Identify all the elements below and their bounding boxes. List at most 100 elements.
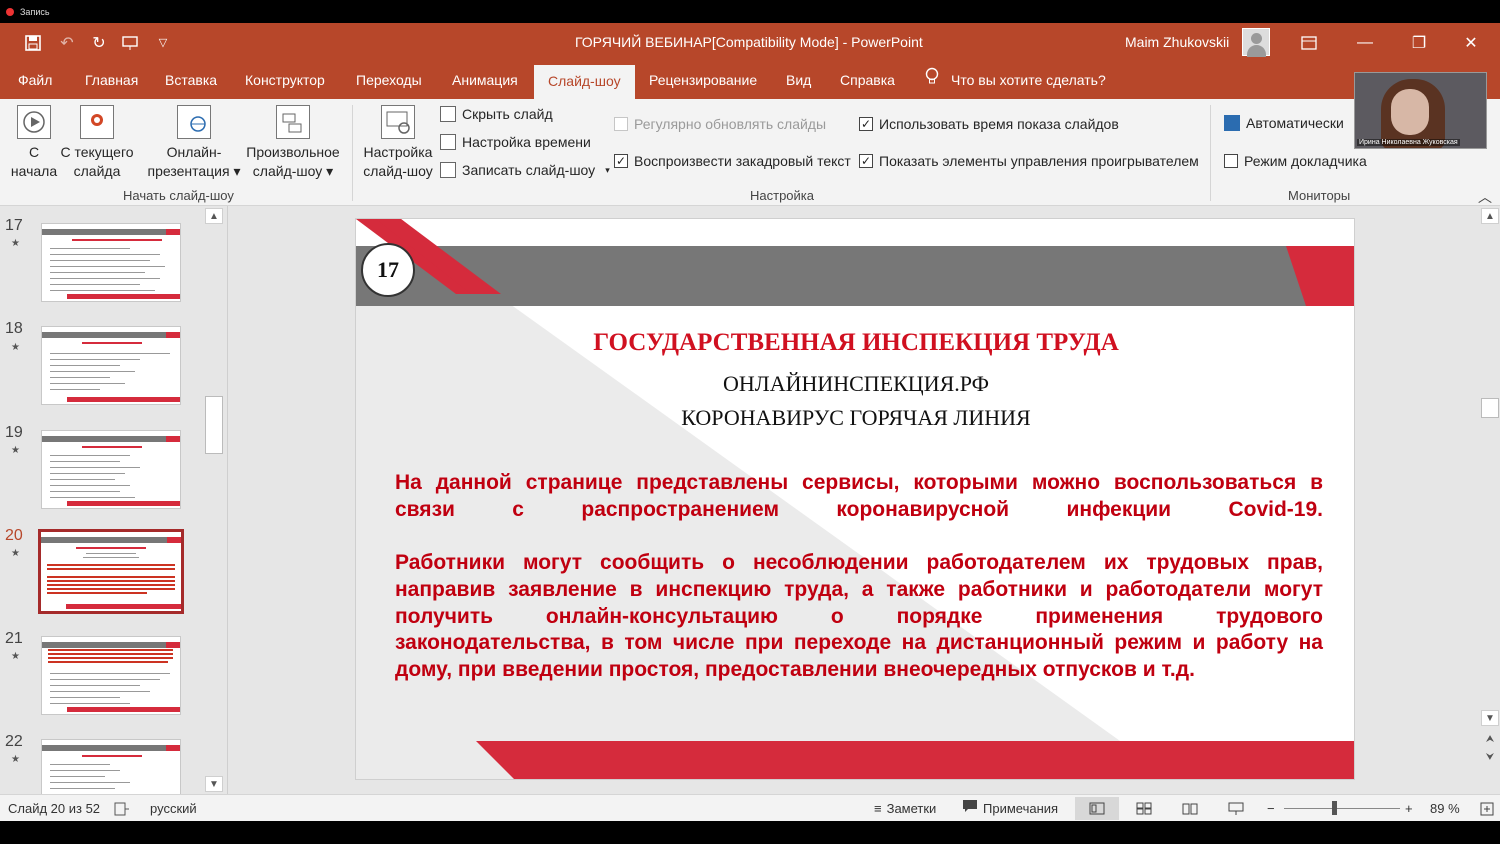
webcam-person-face [1391, 89, 1429, 135]
online-label-1: Онлайн- [166, 144, 222, 160]
slide-subtitle-2: КОРОНАВИРУС ГОРЯЧАЯ ЛИНИЯ [681, 405, 1031, 430]
zoom-slider-handle[interactable] [1332, 801, 1337, 815]
language-indicator[interactable]: русский [150, 795, 197, 822]
title-bar: ↶ ↻ ▽ ГОРЯЧИЙ ВЕБИНАР[Compatibility Mode… [0, 23, 1500, 62]
slide-thumbnail[interactable] [41, 430, 181, 509]
tab-view[interactable]: Вид [786, 62, 811, 99]
rehearse-timings-button[interactable]: Настройка времени [440, 134, 591, 150]
redo-icon[interactable]: ↻ [88, 32, 110, 54]
custom-slideshow-button[interactable]: Произвольное слайд-шоу ▾ [243, 105, 343, 181]
restore-icon[interactable]: ❐ [1396, 23, 1442, 62]
present-icon[interactable] [120, 32, 142, 54]
fit-to-window-icon[interactable] [1480, 795, 1494, 822]
tab-file[interactable]: Файл [18, 62, 52, 99]
tab-insert[interactable]: Вставка [165, 62, 217, 99]
checkbox-checked[interactable]: ✓ [859, 117, 873, 131]
online-presentation-button[interactable]: Онлайн- презентация ▾ [145, 105, 243, 181]
zoom-in-button[interactable]: + [1405, 795, 1413, 822]
from-current-button[interactable]: С текущего слайда [58, 105, 136, 181]
thumbnail-scrollbar[interactable]: ▲ ▼ [204, 206, 224, 794]
slide-paragraph-line: получить онлайн-консультацию о порядке п… [395, 605, 1323, 628]
custom-slideshow-icon [276, 105, 310, 139]
slide-thumbnail[interactable] [41, 636, 181, 715]
tab-slideshow[interactable]: Слайд-шоу [534, 65, 635, 99]
tab-review[interactable]: Рецензирование [649, 62, 757, 99]
scroll-up-icon[interactable]: ▲ [1481, 208, 1499, 224]
customize-icon[interactable]: ▽ [152, 32, 174, 54]
checkbox-checked[interactable]: ✓ [859, 154, 873, 168]
monitor-icon [1224, 115, 1240, 131]
normal-view-icon[interactable] [1075, 797, 1119, 820]
slide-thumbnail[interactable] [41, 739, 181, 795]
ribbon-display-icon[interactable] [1286, 23, 1332, 62]
collapse-ribbon-icon[interactable]: ︿ [1478, 187, 1492, 207]
animation-star-icon: ★ [11, 651, 20, 662]
previous-slide-icon[interactable]: ⮝ [1481, 732, 1499, 748]
play-narrations-checkbox[interactable]: ✓ Воспроизвести закадровый текст [614, 153, 851, 169]
slide-scrollbar[interactable]: ▲ ▼ ⮝ ⮟ [1480, 206, 1500, 794]
user-name[interactable]: Maim Zhukovskii [1125, 23, 1229, 62]
monitor-select[interactable]: Автоматически [1224, 115, 1344, 131]
record-slideshow-button[interactable]: Записать слайд-шоу ▾ [440, 162, 610, 178]
setup-label-1: Настройка [363, 144, 433, 160]
checkbox-checked[interactable]: ✓ [614, 154, 628, 168]
zoom-slider[interactable] [1284, 808, 1400, 809]
next-slide-icon[interactable]: ⮟ [1481, 750, 1499, 766]
webcam-name: Ирина Николаевна Жуковская [1357, 139, 1460, 146]
quick-access-toolbar: ↶ ↻ ▽ [22, 23, 174, 62]
save-icon[interactable] [22, 32, 44, 54]
monitor-value: Автоматически [1246, 115, 1344, 131]
checkbox-unchecked[interactable] [614, 117, 628, 131]
avatar[interactable] [1242, 28, 1270, 57]
slide-paragraph-line: направив заявление в инспекцию труда, а … [395, 578, 1323, 601]
spellcheck-icon[interactable] [114, 795, 130, 822]
zoom-level[interactable]: 89 % [1430, 795, 1460, 822]
slide-canvas[interactable]: 17 ГОСУДАРСТВЕННАЯ ИНСПЕКЦИЯ ТРУДА ОНЛАЙ… [355, 218, 1355, 780]
setup-label-2: слайд-шоу [363, 163, 433, 179]
thumbnail-number: 18 [5, 320, 23, 337]
scrollbar-thumb[interactable] [205, 396, 223, 454]
minimize-icon[interactable]: — [1342, 23, 1388, 62]
tab-help[interactable]: Справка [840, 62, 895, 99]
hide-slide-button[interactable]: Скрыть слайд [440, 106, 553, 122]
reading-view-icon[interactable] [1168, 797, 1212, 820]
slide-thumbnail[interactable] [41, 223, 181, 302]
slide-paragraph-line: законодательства, в том числе при перехо… [395, 631, 1323, 654]
slide-thumbnail-active[interactable] [38, 529, 184, 614]
tab-design[interactable]: Конструктор [245, 62, 325, 99]
tab-home[interactable]: Главная [85, 62, 138, 99]
tell-me-search[interactable]: Что вы хотите сделать? [925, 62, 1106, 99]
setup-slideshow-icon [381, 105, 415, 139]
checkbox-unchecked[interactable] [1224, 154, 1238, 168]
tell-me-label: Что вы хотите сделать? [951, 72, 1106, 88]
slide-sorter-icon[interactable] [1122, 797, 1166, 820]
comments-button[interactable]: Примечания [962, 795, 1058, 822]
show-media-controls-checkbox[interactable]: ✓ Показать элементы управления проигрыва… [859, 153, 1199, 169]
scroll-down-icon[interactable]: ▼ [1481, 710, 1499, 726]
ribbon-tabs: Файл Главная Вставка Конструктор Переход… [0, 62, 1500, 99]
tab-transitions[interactable]: Переходы [356, 62, 422, 99]
scroll-up-icon[interactable]: ▲ [205, 208, 223, 224]
undo-icon[interactable]: ↶ [56, 32, 78, 54]
online-label-2: презентация ▾ [147, 163, 241, 179]
presenter-view-checkbox[interactable]: Режим докладчика [1224, 153, 1367, 169]
record-label: Записать слайд-шоу [462, 162, 596, 178]
record-dropdown-arrow-icon[interactable]: ▾ [605, 165, 610, 176]
slide-thumbnail[interactable] [41, 326, 181, 405]
group-label-setup: Настройка [750, 188, 814, 203]
from-beginning-button[interactable]: С начала [10, 105, 58, 181]
zoom-out-button[interactable]: − [1267, 795, 1275, 822]
animation-star-icon: ★ [11, 342, 20, 353]
from-beginning-label-2: начала [10, 163, 58, 179]
slideshow-view-icon[interactable] [1214, 797, 1258, 820]
scroll-down-icon[interactable]: ▼ [205, 776, 223, 792]
use-timings-label: Использовать время показа слайдов [879, 116, 1119, 132]
setup-slideshow-button[interactable]: Настройка слайд-шоу [360, 105, 436, 181]
scrollbar-thumb[interactable] [1481, 398, 1499, 418]
tab-animations[interactable]: Анимация [452, 62, 518, 99]
use-timings-checkbox[interactable]: ✓ Использовать время показа слайдов [859, 116, 1119, 132]
thumbnail-number: 22 [5, 733, 23, 750]
close-icon[interactable]: ✕ [1448, 23, 1494, 62]
notes-button[interactable]: ≡ Заметки [874, 795, 936, 822]
update-slides-checkbox[interactable]: Регулярно обновлять слайды [614, 116, 826, 132]
